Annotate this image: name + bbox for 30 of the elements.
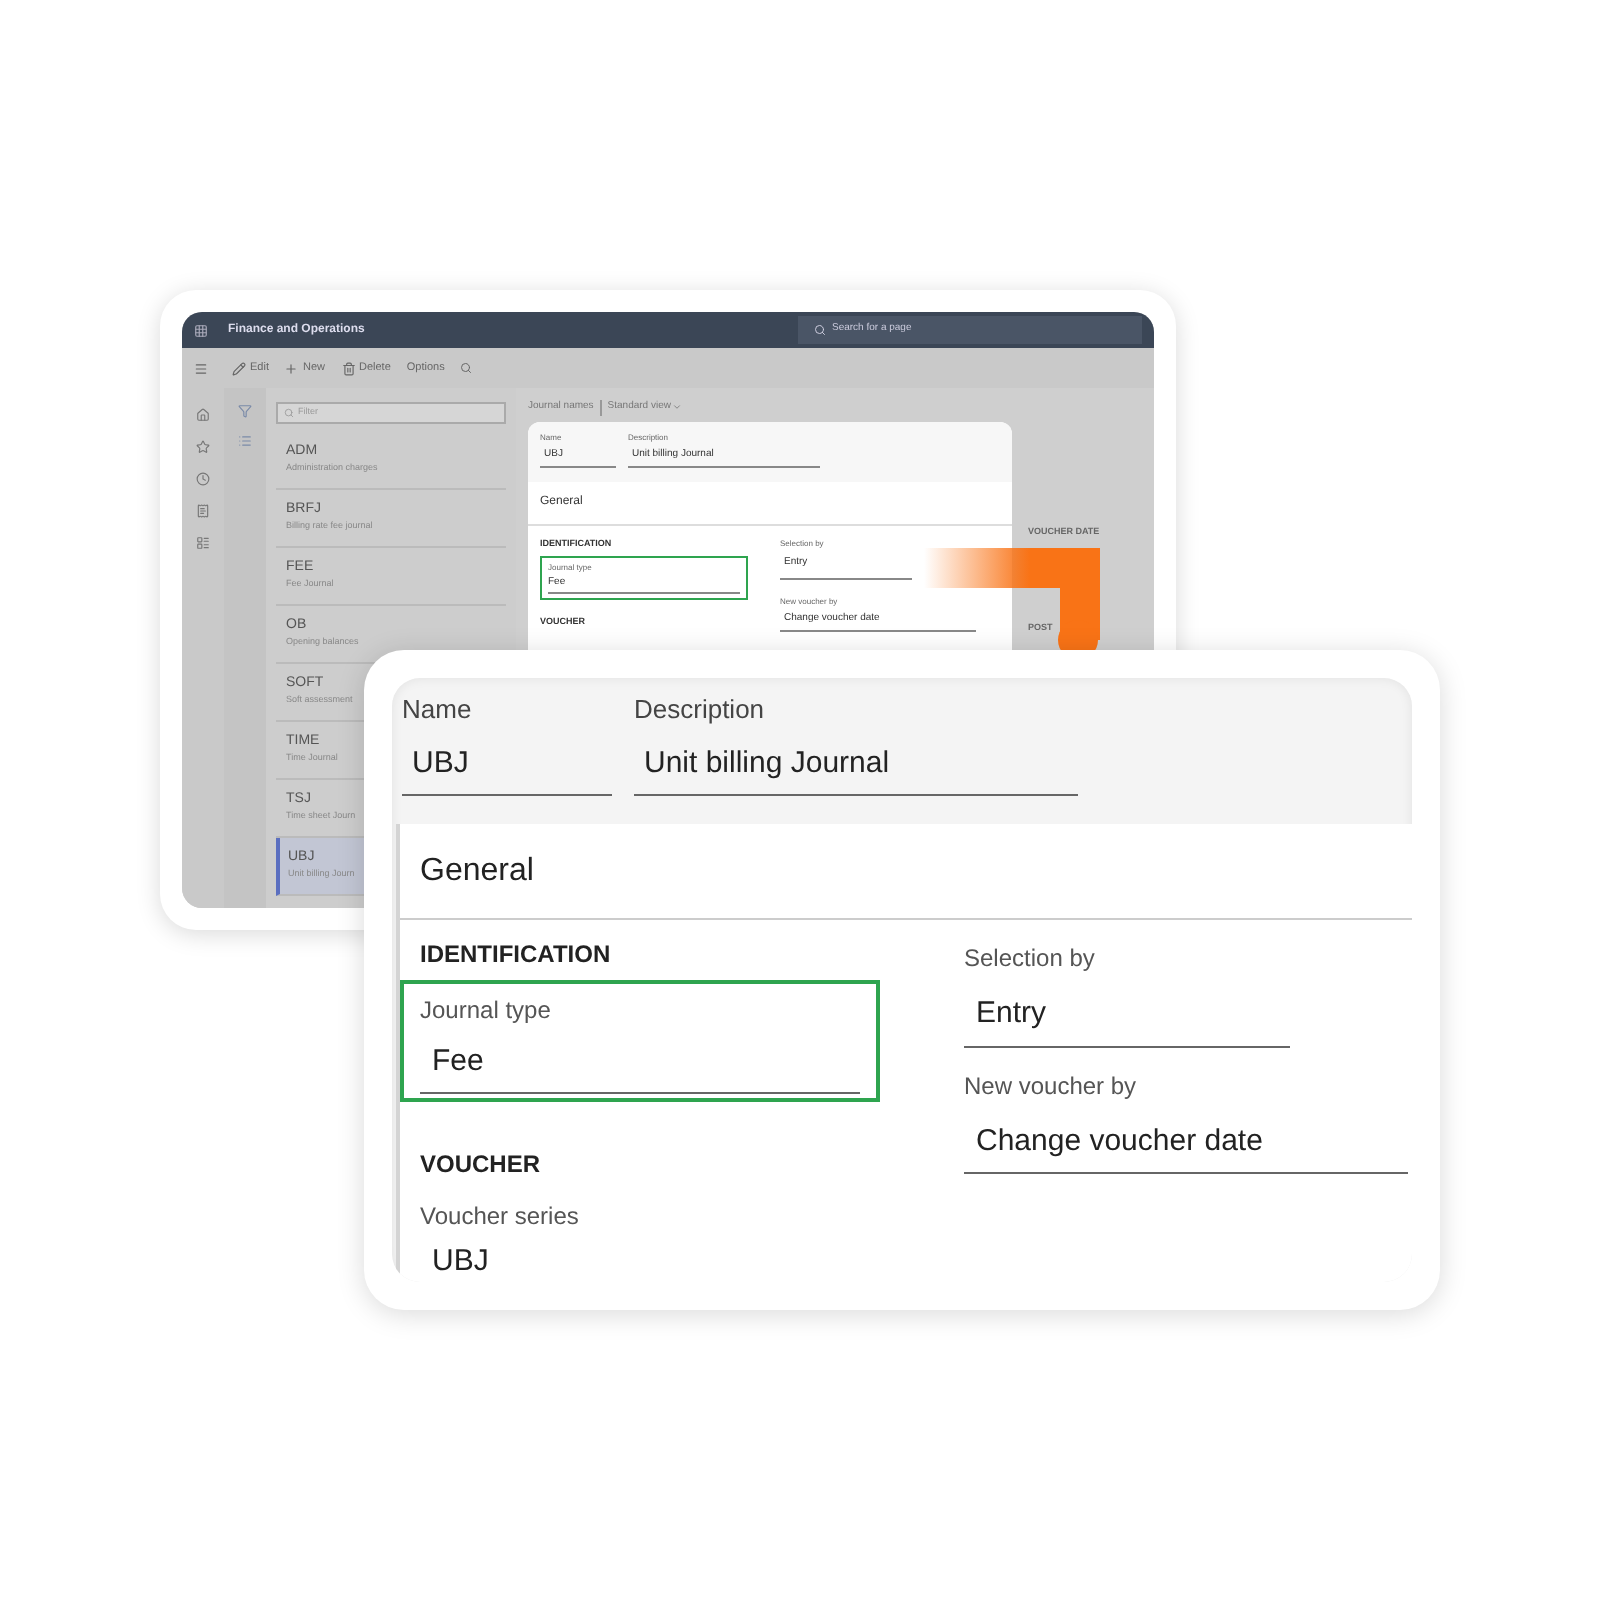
- workspace-icon[interactable]: [196, 504, 210, 518]
- field-label: Description: [634, 692, 767, 728]
- field-label: New voucher by: [964, 1069, 1139, 1103]
- field-label: Name: [402, 692, 474, 728]
- name-field[interactable]: UBJ: [402, 729, 612, 796]
- selection-by-field[interactable]: Entry: [964, 976, 1290, 1047]
- field-label: Voucher series: [420, 1200, 581, 1234]
- search-icon[interactable]: [460, 362, 473, 374]
- menu-icon[interactable]: [194, 361, 208, 375]
- description-field[interactable]: Unit billing Journal: [634, 729, 1078, 796]
- journal-type-field[interactable]: Journal type Fee: [400, 980, 880, 1102]
- group-heading: VOUCHER: [418, 1148, 543, 1182]
- search-icon: [284, 408, 294, 418]
- group-heading: IDENTIFICATION: [418, 938, 613, 972]
- home-icon[interactable]: [196, 408, 210, 422]
- star-icon[interactable]: [196, 440, 210, 454]
- search-icon: [814, 324, 826, 336]
- app-launcher-icon[interactable]: [194, 323, 208, 337]
- filter-icon[interactable]: [238, 404, 252, 418]
- list-icon[interactable]: [196, 536, 210, 550]
- field-label: Selection by: [964, 942, 1097, 976]
- new-voucher-by-field[interactable]: Change voucher date: [964, 1103, 1408, 1174]
- pencil-icon: [232, 361, 246, 375]
- chevron-down-icon: [672, 402, 683, 413]
- voucher-series-field[interactable]: UBJ: [420, 1234, 728, 1282]
- trash-icon: [341, 361, 355, 375]
- section-header[interactable]: General: [400, 824, 1412, 920]
- plus-icon: [284, 361, 299, 375]
- clock-icon[interactable]: [196, 472, 210, 486]
- list-view-icon[interactable]: [238, 434, 252, 448]
